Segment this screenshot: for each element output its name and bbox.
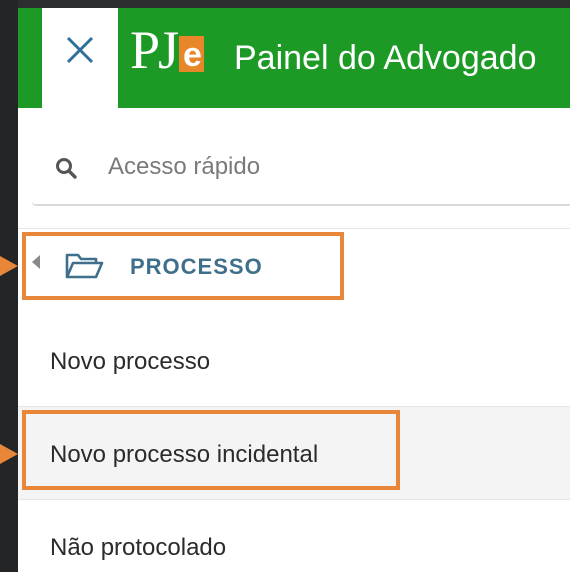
search-icon	[56, 158, 77, 179]
window-frame-left	[0, 0, 18, 572]
logo-e: e	[179, 36, 204, 72]
quick-access-search[interactable]	[32, 138, 570, 206]
highlight-box-processo	[22, 232, 344, 300]
menu-item-novo-processo[interactable]: Novo processo	[18, 314, 570, 407]
callout-arrow-icon	[0, 256, 18, 276]
close-button[interactable]	[42, 8, 118, 108]
page-title: Painel do Advogado	[234, 39, 537, 77]
menu-item-label: Novo processo	[50, 348, 211, 375]
menu-item-nao-protocolado[interactable]: Não protocolado	[18, 500, 570, 572]
window-frame-top	[0, 0, 570, 8]
search-input[interactable]	[106, 152, 510, 182]
menu-header: PJ e Painel do Advogado	[18, 8, 570, 108]
logo-text: PJ	[130, 20, 179, 80]
callout-arrow-icon	[0, 444, 18, 464]
pje-logo: PJ e	[130, 23, 204, 77]
menu-item-label: Não protocolado	[50, 534, 227, 561]
divider	[18, 228, 570, 229]
close-icon	[66, 36, 94, 64]
highlight-box-novo-processo-incidental	[22, 410, 400, 490]
